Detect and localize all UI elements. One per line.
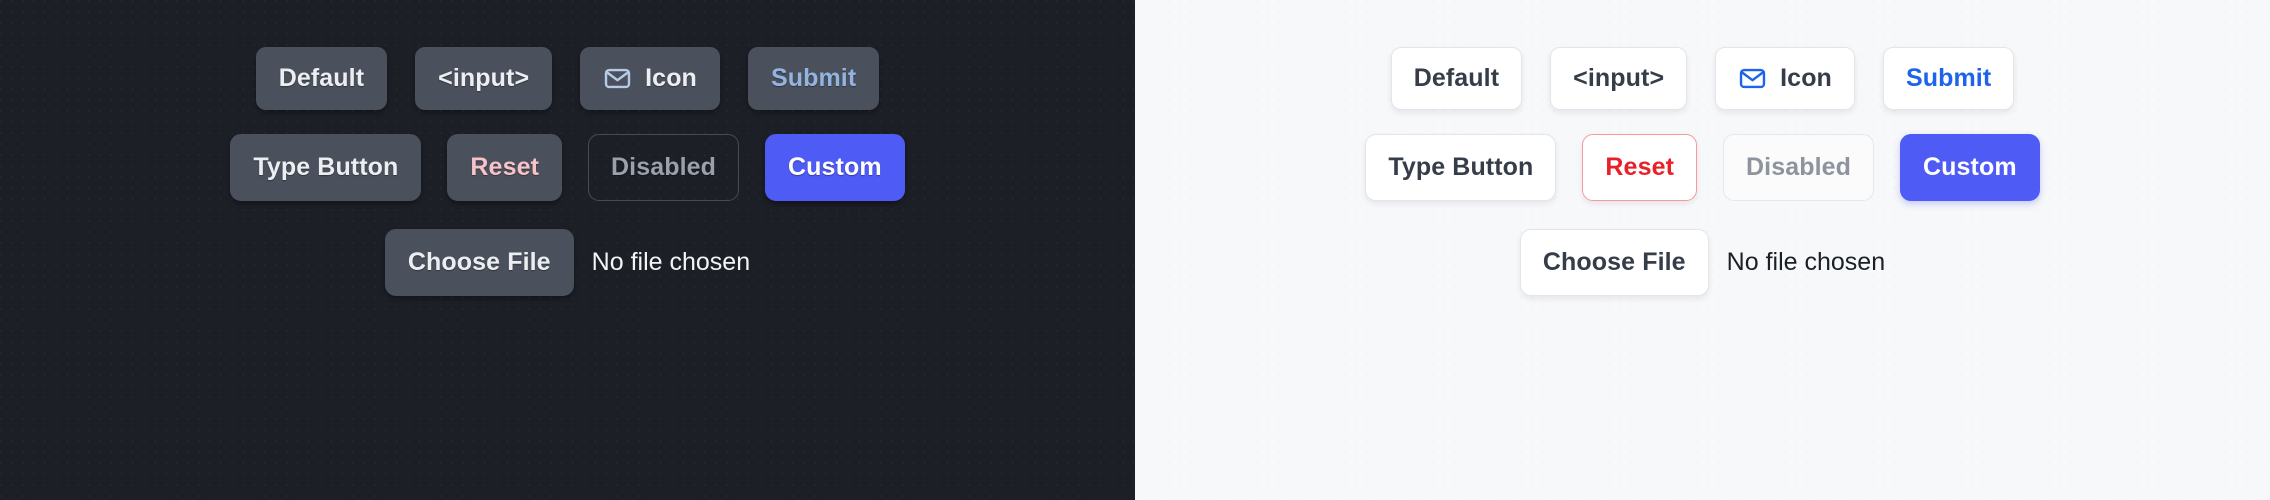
mail-icon xyxy=(603,64,632,93)
type-button[interactable]: Type Button xyxy=(230,134,422,201)
icon-button-label: Icon xyxy=(645,64,697,92)
disabled-button-label: Disabled xyxy=(1746,153,1851,181)
mail-icon xyxy=(1738,64,1767,93)
icon-button[interactable]: Icon xyxy=(1715,47,1855,110)
reset-button[interactable]: Reset xyxy=(447,134,562,201)
type-button-label: Type Button xyxy=(1388,153,1534,181)
button-row-primary: Default <input> Icon Submit xyxy=(1390,47,2015,110)
reset-button-label: Reset xyxy=(1605,153,1674,181)
custom-button[interactable]: Custom xyxy=(765,134,905,201)
button-row-secondary: Type Button Reset Disabled Custom xyxy=(1365,134,2040,201)
custom-button-label: Custom xyxy=(1923,153,2017,181)
button-row-secondary: Type Button Reset Disabled Custom xyxy=(230,134,905,201)
file-status-text: No file chosen xyxy=(591,248,751,276)
choose-file-button-label: Choose File xyxy=(407,248,551,276)
type-button-label: Type Button xyxy=(253,153,399,181)
button-row-primary: Default <input> Icon Submit xyxy=(255,47,880,110)
reset-button-label: Reset xyxy=(470,153,539,181)
default-button[interactable]: Default xyxy=(255,47,388,110)
dark-theme-panel: Default <input> Icon Submit Type Button … xyxy=(0,0,1135,500)
type-button[interactable]: Type Button xyxy=(1365,134,1557,201)
file-input-row: Choose File No file chosen xyxy=(384,229,751,296)
choose-file-button-label: Choose File xyxy=(1542,248,1686,276)
disabled-button: Disabled xyxy=(1723,134,1874,201)
default-button-label: Default xyxy=(1413,64,1500,92)
input-element-button-label: <input> xyxy=(1573,64,1665,92)
submit-button-label: Submit xyxy=(770,64,857,92)
choose-file-button[interactable]: Choose File xyxy=(384,229,574,296)
default-button-label: Default xyxy=(278,64,365,92)
file-status-text: No file chosen xyxy=(1726,248,1886,276)
icon-button[interactable]: Icon xyxy=(580,47,720,110)
submit-button-label: Submit xyxy=(1905,64,1992,92)
disabled-button-label: Disabled xyxy=(611,153,716,181)
custom-button[interactable]: Custom xyxy=(1900,134,2040,201)
submit-button[interactable]: Submit xyxy=(1882,47,2015,110)
disabled-button: Disabled xyxy=(588,134,739,201)
icon-button-label: Icon xyxy=(1780,64,1832,92)
file-input-row: Choose File No file chosen xyxy=(1519,229,1886,296)
input-element-button[interactable]: <input> xyxy=(1550,47,1688,110)
reset-button[interactable]: Reset xyxy=(1582,134,1697,201)
default-button[interactable]: Default xyxy=(1390,47,1523,110)
custom-button-label: Custom xyxy=(788,153,882,181)
input-element-button-label: <input> xyxy=(438,64,530,92)
submit-button[interactable]: Submit xyxy=(747,47,880,110)
input-element-button[interactable]: <input> xyxy=(415,47,553,110)
choose-file-button[interactable]: Choose File xyxy=(1519,229,1709,296)
light-theme-panel: Default <input> Icon Submit Type Button … xyxy=(1135,0,2270,500)
